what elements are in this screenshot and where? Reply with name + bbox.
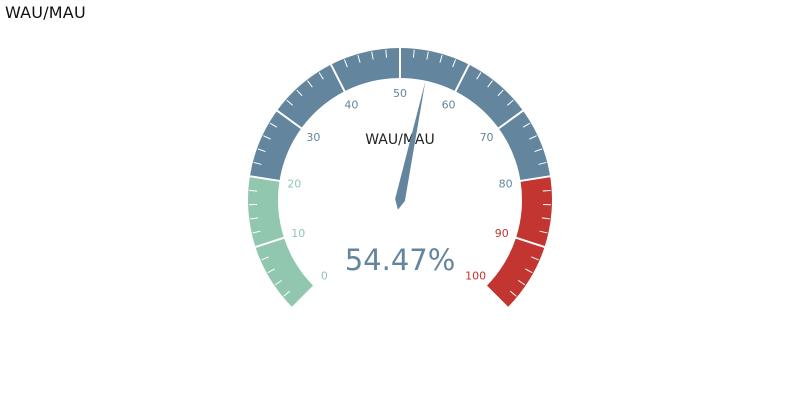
gauge-tick-label-6: 60 bbox=[442, 99, 456, 112]
gauge-tick-label-5: 50 bbox=[393, 87, 407, 100]
gauge-tick-label-1: 10 bbox=[291, 227, 305, 240]
gauge-tick-label-4: 40 bbox=[344, 99, 358, 112]
gauge-tick-label-9: 90 bbox=[495, 227, 509, 240]
gauge-tick-label-8: 80 bbox=[499, 177, 513, 190]
gauge-chart: 0 10 20 30 40 50 60 70 80 90 100 WAU/MAU 54.47% bbox=[248, 47, 552, 309]
gauge-tick-label-2: 20 bbox=[287, 177, 301, 190]
gauge-tick-label-7: 70 bbox=[480, 131, 494, 144]
gauge-minor-tick-41 bbox=[542, 190, 551, 192]
gauge-band-2 bbox=[486, 176, 552, 308]
gauge-value-label: 54.47% bbox=[345, 243, 456, 277]
gauge-band-0 bbox=[248, 176, 314, 308]
gauge-minor-tick-9 bbox=[249, 190, 258, 192]
gauge-tick-label-0: 0 bbox=[321, 270, 328, 283]
gauge-tick-label-3: 30 bbox=[306, 131, 320, 144]
gauge-title: WAU/MAU bbox=[365, 132, 435, 148]
gauge-tick-label-10: 100 bbox=[465, 270, 486, 283]
